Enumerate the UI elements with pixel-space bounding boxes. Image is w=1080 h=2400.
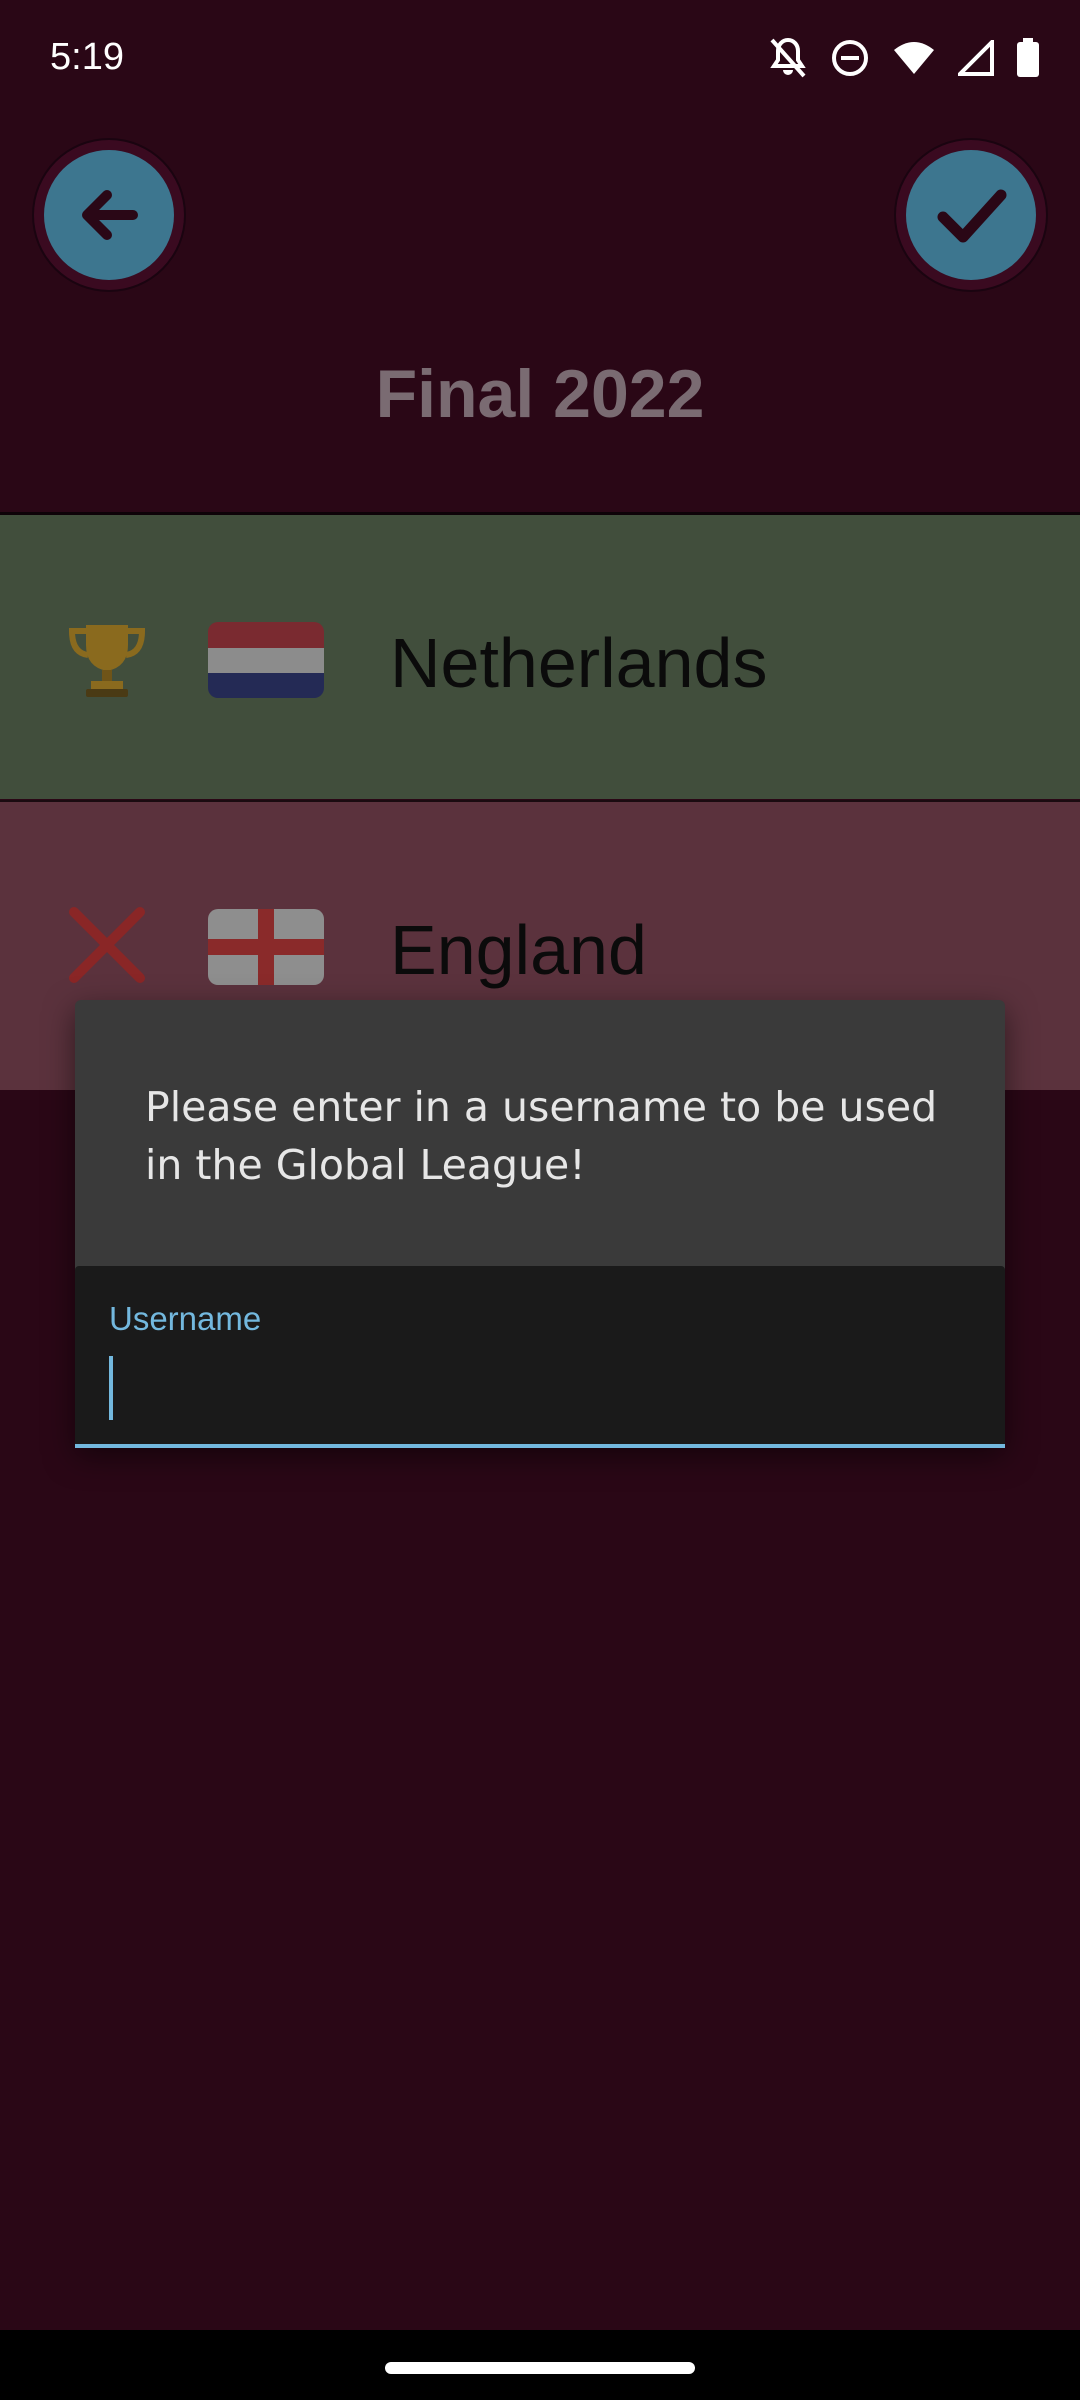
checkmark-icon	[937, 189, 1007, 243]
battery-icon	[1017, 38, 1039, 77]
text-caret	[109, 1356, 113, 1420]
status-bar: 5:19	[0, 0, 1080, 120]
dialog-message: Please enter in a username to be used in…	[145, 1083, 938, 1189]
arrow-back-icon	[82, 190, 138, 240]
username-label: Username	[109, 1300, 262, 1337]
page-title: Final 2022	[375, 356, 705, 432]
status-time: 5:19	[50, 36, 124, 78]
notifications-off-icon	[770, 37, 806, 78]
cross-icon	[69, 907, 145, 983]
team-name: England	[390, 911, 647, 989]
do-not-disturb-icon	[832, 40, 868, 76]
confirm-button[interactable]	[906, 150, 1036, 280]
team-name: Netherlands	[390, 624, 768, 702]
trophy-icon	[68, 625, 146, 697]
status-icons	[768, 36, 1040, 80]
wifi-icon	[894, 42, 934, 74]
cell-signal-icon	[958, 40, 994, 76]
team-row-winner[interactable]: Netherlands	[0, 515, 1080, 799]
netherlands-flag-icon	[208, 622, 324, 698]
username-input[interactable]	[109, 1356, 969, 1420]
navigation-bar	[0, 2330, 1080, 2400]
back-button[interactable]	[44, 150, 174, 280]
england-flag-icon	[208, 909, 324, 985]
username-field[interactable]: Username	[75, 1266, 1005, 1448]
home-gesture-handle[interactable]	[385, 2362, 695, 2374]
username-dialog: Please enter in a username to be used in…	[75, 1000, 1005, 1448]
